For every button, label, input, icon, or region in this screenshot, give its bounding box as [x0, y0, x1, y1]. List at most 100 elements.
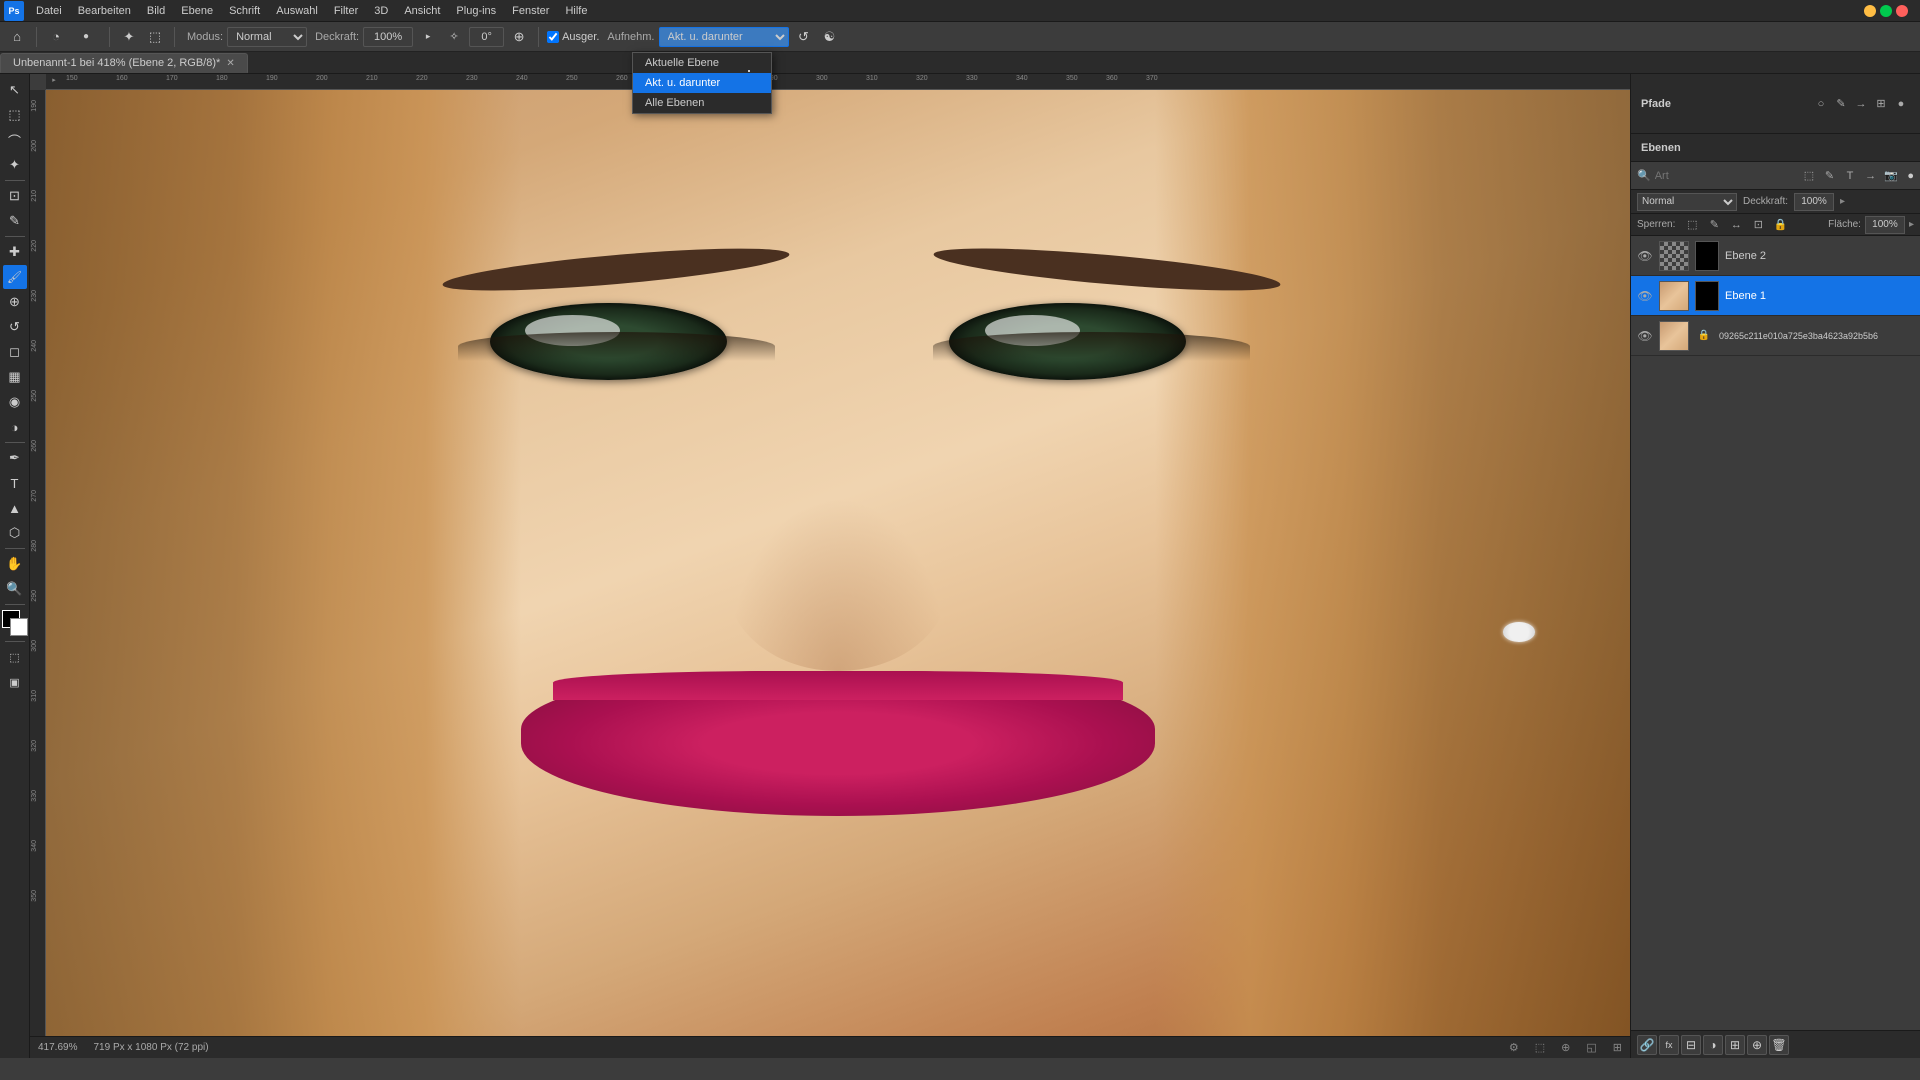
layer-link-button[interactable]: 🔗 [1637, 1035, 1657, 1055]
layer-opacity-input[interactable] [1794, 193, 1834, 211]
filter-adjust-button[interactable]: ✎ [1821, 167, 1838, 185]
layer-visibility-ebene2[interactable]: 👁 [1637, 248, 1653, 264]
minimize-button[interactable] [1864, 5, 1876, 17]
tool-dodge[interactable]: ◑ [3, 415, 27, 439]
lock-transparent-button[interactable]: ⬚ [1683, 216, 1701, 234]
tool-select-rect[interactable]: ⬚ [3, 103, 27, 127]
filter-text-button[interactable]: T [1842, 167, 1859, 185]
menu-plugins[interactable]: Plug-ins [448, 3, 504, 19]
lock-all-button[interactable]: 🔒 [1771, 216, 1789, 234]
fill-arrow[interactable]: ▸ [1909, 219, 1914, 230]
dropdown-item-akt-darunter[interactable]: Akt. u. darunter [633, 73, 771, 93]
angle-input[interactable] [469, 27, 504, 47]
tool-blur[interactable]: ◉ [3, 390, 27, 414]
brush-icon[interactable]: ◔ [45, 26, 67, 48]
tool-zoom[interactable]: 🔍 [3, 577, 27, 601]
layer-delete-button[interactable]: 🗑 [1769, 1035, 1789, 1055]
tab-close-button[interactable]: ✕ [226, 58, 234, 69]
tool-eraser[interactable]: ◻ [3, 340, 27, 364]
layer-blend-mode-select[interactable]: Normal [1637, 193, 1737, 211]
paths-arrow-button[interactable]: → [1852, 95, 1870, 113]
tool-text[interactable]: T [3, 471, 27, 495]
layers-panel: Ebenen 🔍 ⬚ ✎ T → 📷 ● Normal Deckkraft: [1631, 134, 1920, 1058]
close-button[interactable] [1896, 5, 1908, 17]
earring [1503, 622, 1535, 641]
menu-auswahl[interactable]: Auswahl [268, 3, 326, 19]
ausger-label[interactable]: Ausger. [562, 31, 599, 43]
menu-hilfe[interactable]: Hilfe [557, 3, 595, 19]
tool-pen[interactable]: ✒ [3, 446, 27, 470]
paths-pencil-button[interactable]: ✎ [1832, 95, 1850, 113]
tool-hand[interactable]: ✋ [3, 552, 27, 576]
color-swatches[interactable] [2, 610, 28, 636]
tool-airbrush-button[interactable]: ✦ [118, 26, 140, 48]
tool-wand[interactable]: ✦ [3, 153, 27, 177]
layers-search-row: 🔍 ⬚ ✎ T → 📷 ● [1631, 162, 1920, 190]
layer-item-ebene1[interactable]: 👁 Ebene 1 [1631, 276, 1920, 316]
menu-filter[interactable]: Filter [326, 3, 366, 19]
tool-path-select[interactable]: ▲ [3, 496, 27, 520]
sampling-select[interactable]: Akt. u. darunter [659, 27, 789, 47]
layer-new-button[interactable]: ⊕ [1747, 1035, 1767, 1055]
angle-options-button[interactable]: ⊕ [508, 26, 530, 48]
healing-reset-button[interactable]: ↺ [793, 26, 815, 48]
filter-shape-button[interactable]: → [1862, 167, 1879, 185]
layer-adjustment-button[interactable]: ◑ [1703, 1035, 1723, 1055]
layer-fx-button[interactable]: fx [1659, 1035, 1679, 1055]
maximize-button[interactable] [1880, 5, 1892, 17]
tool-stamp[interactable]: ⊕ [3, 290, 27, 314]
tool-history[interactable]: ↺ [3, 315, 27, 339]
dropdown-item-alle-ebenen[interactable]: Alle Ebenen [633, 93, 771, 113]
canvas-container[interactable] [46, 90, 1630, 1058]
tool-screen-mode[interactable]: ▣ [3, 670, 27, 694]
tool-move[interactable]: ↖ [3, 78, 27, 102]
tool-mask-mode[interactable]: ⬚ [3, 645, 27, 669]
healing-option-button[interactable]: ☯ [819, 26, 841, 48]
tool-brush[interactable]: 🖌 [3, 265, 27, 289]
paths-circle-button[interactable]: ○ [1812, 95, 1830, 113]
menu-ebene[interactable]: Ebene [173, 3, 221, 19]
layer-visibility-ebene1[interactable]: 👁 [1637, 288, 1653, 304]
lock-image-button[interactable]: ✎ [1705, 216, 1723, 234]
menu-datei[interactable]: Datei [28, 3, 70, 19]
background-color[interactable] [10, 618, 28, 636]
layer-group-button[interactable]: ⊞ [1725, 1035, 1745, 1055]
lock-position-button[interactable]: ↔ [1727, 216, 1745, 234]
menu-ansicht[interactable]: Ansicht [396, 3, 448, 19]
filter-pixel-button[interactable]: ⬚ [1801, 167, 1818, 185]
tool-healing[interactable]: ✚ [3, 240, 27, 264]
deckraft-input[interactable] [363, 27, 413, 47]
airbrush-toggle-button[interactable]: ✧ [443, 26, 465, 48]
layer-fill-input[interactable] [1865, 216, 1905, 234]
tool-lasso[interactable]: ⌒ [3, 128, 27, 152]
layer-item-ebene2[interactable]: 👁 Ebene 2 [1631, 236, 1920, 276]
tool-gradient[interactable]: ▦ [3, 365, 27, 389]
paths-dot-button[interactable]: ● [1892, 95, 1910, 113]
opacity-arrow[interactable]: ▸ [1840, 196, 1845, 207]
menu-bearbeiten[interactable]: Bearbeiten [70, 3, 139, 19]
layer-mask-button[interactable]: ⊟ [1681, 1035, 1701, 1055]
deckraft-arrow-button[interactable]: ▸ [417, 26, 439, 48]
layers-search-input[interactable] [1655, 167, 1797, 185]
dropdown-item-aktuelle-ebene[interactable]: Aktuelle Ebene [633, 53, 771, 73]
layer-item-bg[interactable]: 👁 🔒 09265c211e010a725e3ba4623a92b5b6 [1631, 316, 1920, 356]
menu-fenster[interactable]: Fenster [504, 3, 557, 19]
ausger-checkbox[interactable] [547, 31, 559, 43]
document-tab[interactable]: Unbenannt-1 bei 418% (Ebene 2, RGB/8)* ✕ [0, 53, 248, 73]
modus-select[interactable]: Normal [227, 27, 307, 47]
paths-camera-button[interactable]: ⊞ [1872, 95, 1890, 113]
tool-options-button[interactable]: ⬚ [144, 26, 166, 48]
menu-schrift[interactable]: Schrift [221, 3, 268, 19]
tool-eyedropper[interactable]: ✎ [3, 209, 27, 233]
menu-bild[interactable]: Bild [139, 3, 173, 19]
tool-crop[interactable]: ⊡ [3, 184, 27, 208]
layer-visibility-bg[interactable]: 👁 [1637, 328, 1653, 344]
filter-dot[interactable]: ● [1907, 170, 1914, 182]
tool-shape[interactable]: ⬡ [3, 521, 27, 545]
lock-artboard-button[interactable]: ⊡ [1749, 216, 1767, 234]
status-icon-1: ⚙ [1509, 1041, 1519, 1054]
menu-3d[interactable]: 3D [366, 3, 396, 19]
filter-smart-button[interactable]: 📷 [1883, 167, 1900, 185]
home-button[interactable]: ⌂ [6, 26, 28, 48]
brush-size-button[interactable]: ● [71, 26, 101, 48]
